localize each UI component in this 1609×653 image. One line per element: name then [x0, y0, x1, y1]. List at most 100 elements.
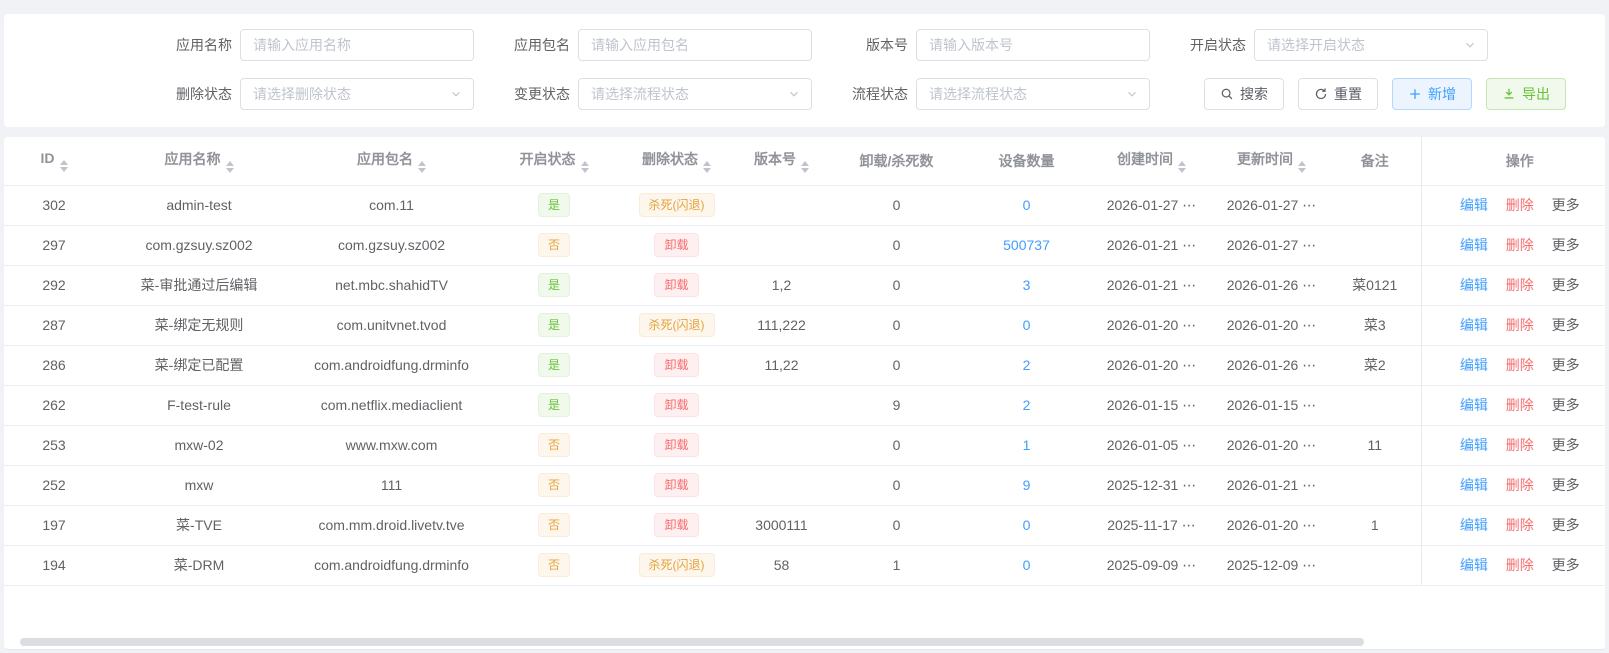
more-link[interactable]: 更多	[1552, 237, 1580, 253]
device-count-link[interactable]: 3	[1023, 277, 1031, 293]
cell-app-name: admin-test	[104, 185, 294, 226]
more-link[interactable]: 更多	[1552, 277, 1580, 293]
app-table-card: ID 应用名称 应用包名 开启状态 删除状态 版本号 卸载/杀死数 设备数量 创…	[4, 137, 1605, 650]
cell-remark: 菜2	[1329, 345, 1421, 386]
enable-status-tag: 是	[537, 353, 570, 377]
edit-link[interactable]: 编辑	[1460, 197, 1488, 213]
more-link[interactable]: 更多	[1552, 197, 1580, 213]
column-header-id[interactable]: ID	[4, 137, 104, 186]
device-count-link[interactable]: 1	[1023, 437, 1031, 453]
device-count-link[interactable]: 2	[1023, 397, 1031, 413]
more-link[interactable]: 更多	[1552, 557, 1580, 573]
column-header-updated-time[interactable]: 更新时间	[1214, 137, 1329, 186]
edit-link[interactable]: 编辑	[1460, 517, 1488, 533]
device-count-link[interactable]: 0	[1023, 197, 1031, 213]
search-button[interactable]: 搜索	[1204, 78, 1284, 110]
column-header-created-time[interactable]: 创建时间	[1089, 137, 1214, 186]
more-link[interactable]: 更多	[1552, 477, 1580, 493]
column-header-app-name[interactable]: 应用名称	[104, 137, 294, 186]
delete-link[interactable]: 删除	[1506, 317, 1534, 333]
cell-kill-count: 0	[829, 305, 964, 346]
cell-app-name: mxw	[104, 465, 294, 506]
sort-caret-icon[interactable]	[225, 160, 234, 173]
delete-status-tag: 卸载	[654, 393, 699, 417]
cell-device-count: 0	[964, 305, 1089, 346]
edit-link[interactable]: 编辑	[1460, 277, 1488, 293]
column-header-delete-status[interactable]: 删除状态	[619, 137, 734, 186]
horizontal-scrollbar[interactable]	[20, 638, 1364, 646]
delete-link[interactable]: 删除	[1506, 277, 1534, 293]
delete-link[interactable]: 删除	[1506, 197, 1534, 213]
column-header-version[interactable]: 版本号	[734, 137, 829, 186]
delete-link[interactable]: 删除	[1506, 557, 1534, 573]
more-link[interactable]: 更多	[1552, 437, 1580, 453]
enable-status-label: 开启状态	[1190, 37, 1246, 53]
more-link[interactable]: 更多	[1552, 357, 1580, 373]
delete-status-tag: 卸载	[654, 233, 699, 257]
cell-kill-count: 0	[829, 345, 964, 386]
column-header-app-package[interactable]: 应用包名	[294, 137, 489, 186]
cell-created-time: 2026-01-21 ⋯	[1089, 265, 1214, 306]
more-link[interactable]: 更多	[1552, 317, 1580, 333]
delete-status-tag: 杀死(闪退)	[638, 313, 715, 337]
sort-caret-icon[interactable]	[1178, 160, 1186, 173]
cell-updated-time: 2026-01-27 ⋯	[1214, 185, 1329, 226]
sort-caret-icon[interactable]	[801, 160, 809, 173]
cell-enable-status: 是	[489, 185, 619, 226]
cell-actions: 编辑 删除 更多	[1420, 345, 1605, 386]
edit-link[interactable]: 编辑	[1460, 237, 1488, 253]
more-link[interactable]: 更多	[1552, 517, 1580, 533]
edit-link[interactable]: 编辑	[1460, 437, 1488, 453]
sort-caret-icon[interactable]	[59, 159, 68, 172]
delete-link[interactable]: 删除	[1506, 437, 1534, 453]
delete-status-tag: 卸载	[654, 473, 699, 497]
sort-caret-icon[interactable]	[580, 160, 589, 173]
delete-link[interactable]: 删除	[1506, 517, 1534, 533]
delete-status-select[interactable]: 请选择删除状态	[240, 78, 474, 110]
app-name-input[interactable]	[240, 29, 474, 61]
cell-enable-status: 否	[489, 505, 619, 546]
device-count-link[interactable]: 0	[1023, 557, 1031, 573]
table-row: 286 菜-绑定已配置 com.androidfung.drminfo 是 卸载…	[4, 345, 1605, 386]
column-header-enable-status[interactable]: 开启状态	[489, 137, 619, 186]
delete-link[interactable]: 删除	[1506, 397, 1534, 413]
device-count-link[interactable]: 0	[1023, 317, 1031, 333]
sort-caret-icon[interactable]	[418, 160, 426, 173]
cell-actions: 编辑 删除 更多	[1420, 265, 1605, 306]
cell-version: 58	[734, 545, 829, 586]
cell-device-count: 0	[964, 505, 1089, 546]
plus-icon	[1410, 89, 1420, 99]
delete-link[interactable]: 删除	[1506, 237, 1534, 253]
process-status-select[interactable]: 请选择流程状态	[916, 78, 1150, 110]
device-count-link[interactable]: 9	[1023, 477, 1031, 493]
app-package-label: 应用包名	[514, 37, 570, 53]
table-row: 252 mxw 111 否 卸载 0 9 2025-12-31 ⋯ 2026-0…	[4, 465, 1605, 506]
table-row: 197 菜-TVE com.mm.droid.livetv.tve 否 卸载 3…	[4, 505, 1605, 546]
edit-link[interactable]: 编辑	[1460, 357, 1488, 373]
app-package-input[interactable]	[578, 29, 812, 61]
delete-link[interactable]: 删除	[1506, 357, 1534, 373]
reset-button[interactable]: 重置	[1298, 78, 1378, 110]
enable-status-select[interactable]: 请选择开启状态	[1254, 29, 1488, 61]
edit-link[interactable]: 编辑	[1460, 477, 1488, 493]
edit-link[interactable]: 编辑	[1460, 317, 1488, 333]
delete-status-tag: 卸载	[654, 273, 699, 297]
sort-caret-icon[interactable]	[703, 160, 711, 173]
export-button[interactable]: 导出	[1486, 78, 1566, 110]
edit-link[interactable]: 编辑	[1460, 557, 1488, 573]
cell-id: 302	[4, 185, 104, 226]
change-status-select[interactable]: 请选择流程状态	[578, 78, 812, 110]
cell-updated-time: 2026-01-26 ⋯	[1214, 265, 1329, 306]
delete-link[interactable]: 删除	[1506, 477, 1534, 493]
refresh-icon	[1315, 88, 1327, 100]
add-button[interactable]: 新增	[1392, 78, 1472, 110]
column-header-device-count: 设备数量	[964, 137, 1089, 186]
more-link[interactable]: 更多	[1552, 397, 1580, 413]
device-count-link[interactable]: 500737	[1003, 237, 1050, 253]
sort-caret-icon[interactable]	[1298, 160, 1306, 173]
device-count-link[interactable]: 2	[1023, 357, 1031, 373]
device-count-link[interactable]: 0	[1023, 517, 1031, 533]
edit-link[interactable]: 编辑	[1460, 397, 1488, 413]
version-input[interactable]	[916, 29, 1150, 61]
form-item-change-status: 变更状态 请选择流程状态	[482, 78, 812, 110]
